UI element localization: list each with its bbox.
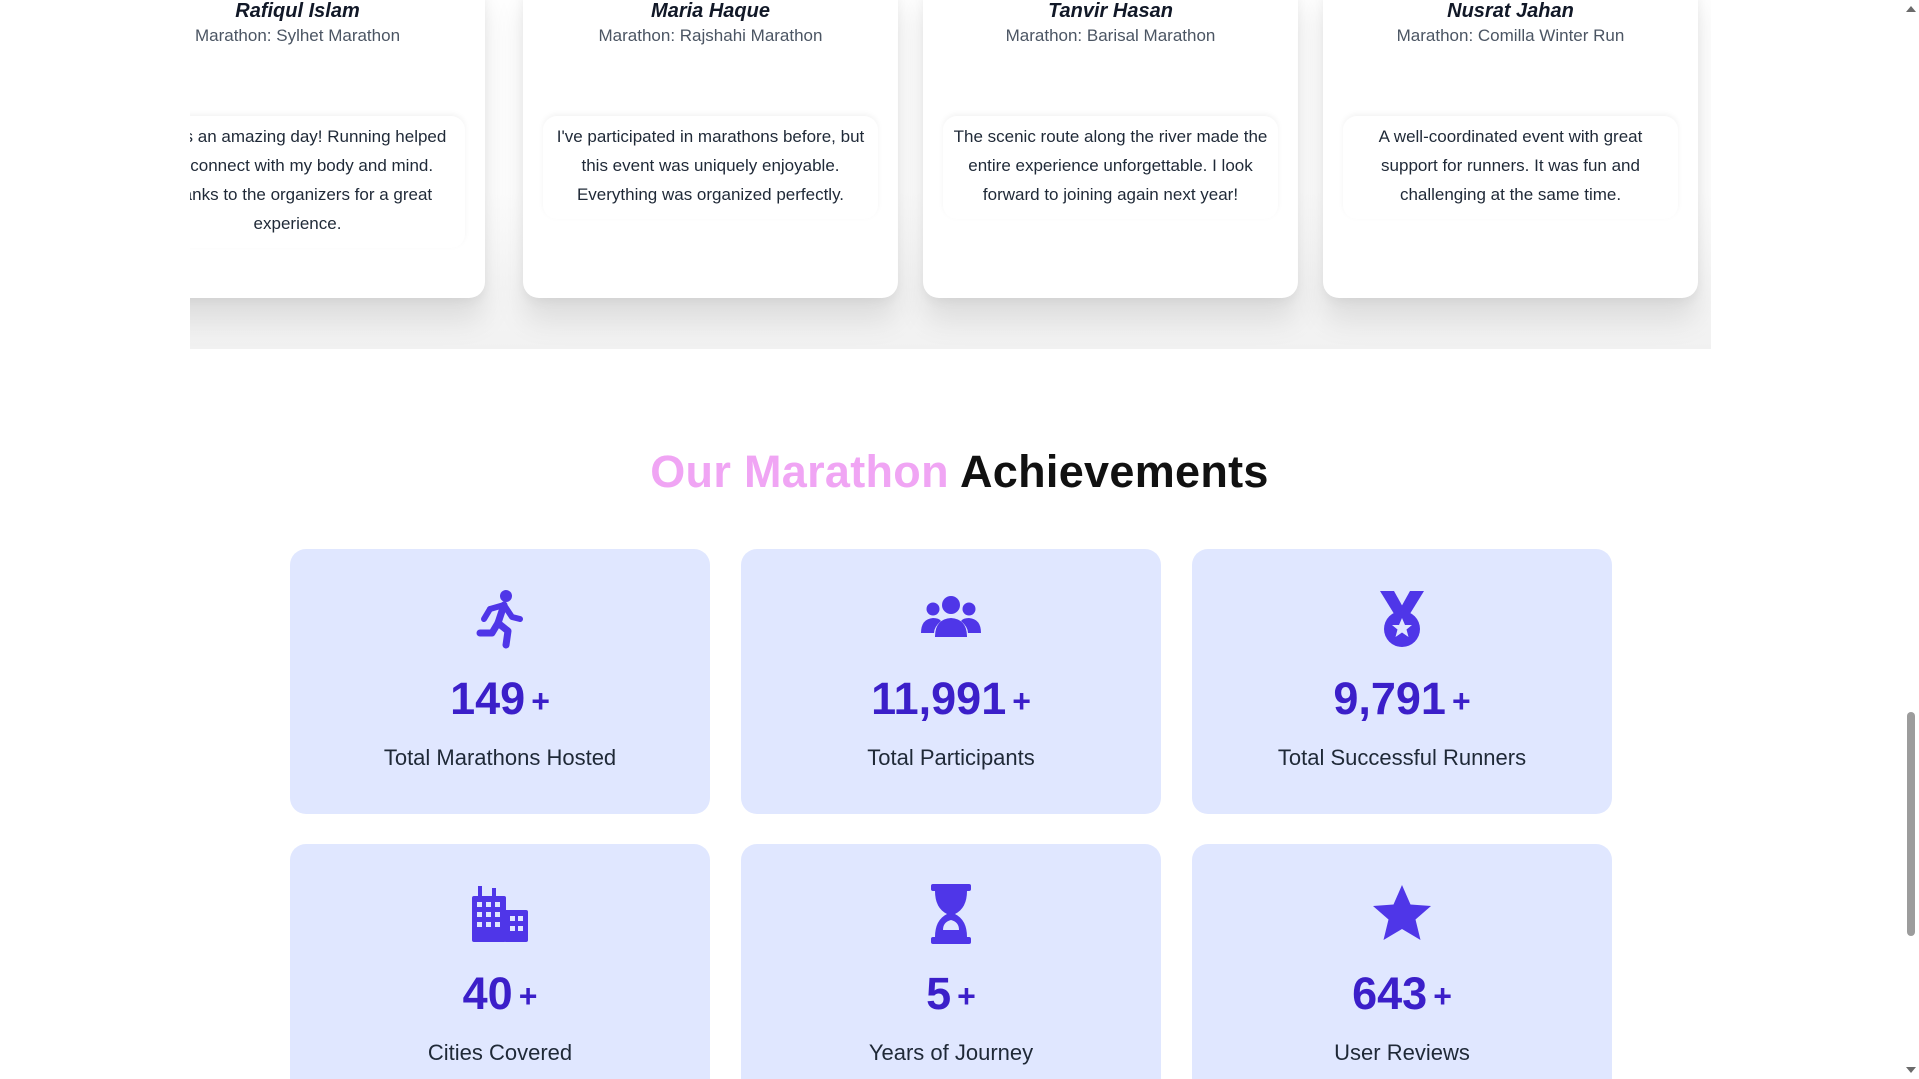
testimonial-event: Marathon: Sylhet Marathon [194, 26, 401, 45]
stat-label: Total Participants [867, 745, 1035, 770]
testimonial-card: Nusrat Jahan Marathon: Comilla Winter Ru… [1323, 0, 1698, 298]
stat-label: Years of Journey [868, 1040, 1034, 1065]
stat-value: 9,791 + [1333, 673, 1471, 724]
testimonial-name: Tanvir Hasan [1048, 0, 1173, 22]
achievements-title-accent: Our Marathon [650, 446, 949, 497]
testimonial-card: Rafiqul Islam Marathon: Sylhet Marathon … [190, 0, 485, 298]
testimonial-event: Marathon: Rajshahi Marathon [598, 26, 823, 45]
stat-value: 11,991 + [871, 673, 1031, 724]
achievements-title-rest: Achievements [960, 446, 1269, 497]
testimonial-quote: A well-coordinated event with great supp… [1343, 116, 1678, 219]
stat-value: 5 + [926, 968, 976, 1019]
testimonial-card: Maria Haque Marathon: Rajshahi Marathon … [523, 0, 898, 298]
star-icon [1370, 882, 1434, 946]
scrollbar-thumb[interactable] [1907, 712, 1915, 936]
stat-card-participants: 11,991 + Total Participants [741, 549, 1161, 814]
testimonials-section: Rafiqul Islam Marathon: Sylhet Marathon … [190, 0, 1711, 349]
testimonial-quote: I've participated in marathons before, b… [543, 116, 878, 219]
testimonial-event: Marathon: Barisal Marathon [1005, 26, 1216, 45]
page: Rafiqul Islam Marathon: Sylhet Marathon … [0, 0, 1919, 1079]
stat-label: Cities Covered [427, 1040, 573, 1065]
medal-icon [1370, 587, 1434, 651]
testimonial-name: Maria Haque [651, 0, 770, 22]
stat-card-reviews: 643 + User Reviews [1192, 844, 1612, 1079]
stat-label: Total Marathons Hosted [383, 745, 617, 770]
scrollbar[interactable] [1902, 0, 1919, 1079]
scroll-up-arrow-icon[interactable] [1906, 6, 1916, 12]
stat-card-cities: 40 + Cities Covered [290, 844, 710, 1079]
city-icon [468, 882, 532, 946]
users-group-icon [919, 587, 983, 651]
stat-value: 643 + [1352, 968, 1452, 1019]
testimonial-event: Marathon: Comilla Winter Run [1396, 26, 1625, 45]
runner-icon [468, 587, 532, 651]
testimonial-quote: The scenic route along the river made th… [943, 116, 1278, 219]
testimonial-name: Nusrat Jahan [1447, 0, 1574, 22]
stat-value: 40 + [462, 968, 538, 1019]
stat-card-years: 5 + Years of Journey [741, 844, 1161, 1079]
stat-card-marathons: 149 + Total Marathons Hosted [290, 549, 710, 814]
stat-label: User Reviews [1334, 1040, 1470, 1065]
achievements-title: Our Marathon Achievements [0, 446, 1919, 498]
stat-card-successful-runners: 9,791 + Total Successful Runners [1192, 549, 1612, 814]
testimonial-card: Tanvir Hasan Marathon: Barisal Marathon … [923, 0, 1298, 298]
scroll-down-arrow-icon[interactable] [1906, 1067, 1916, 1073]
stat-label: Total Successful Runners [1277, 745, 1527, 770]
stat-value: 149 + [450, 673, 550, 724]
testimonial-name: Rafiqul Islam [235, 0, 360, 22]
hourglass-icon [919, 882, 983, 946]
testimonial-quote: It was an amazing day! Running helped me… [190, 116, 465, 248]
